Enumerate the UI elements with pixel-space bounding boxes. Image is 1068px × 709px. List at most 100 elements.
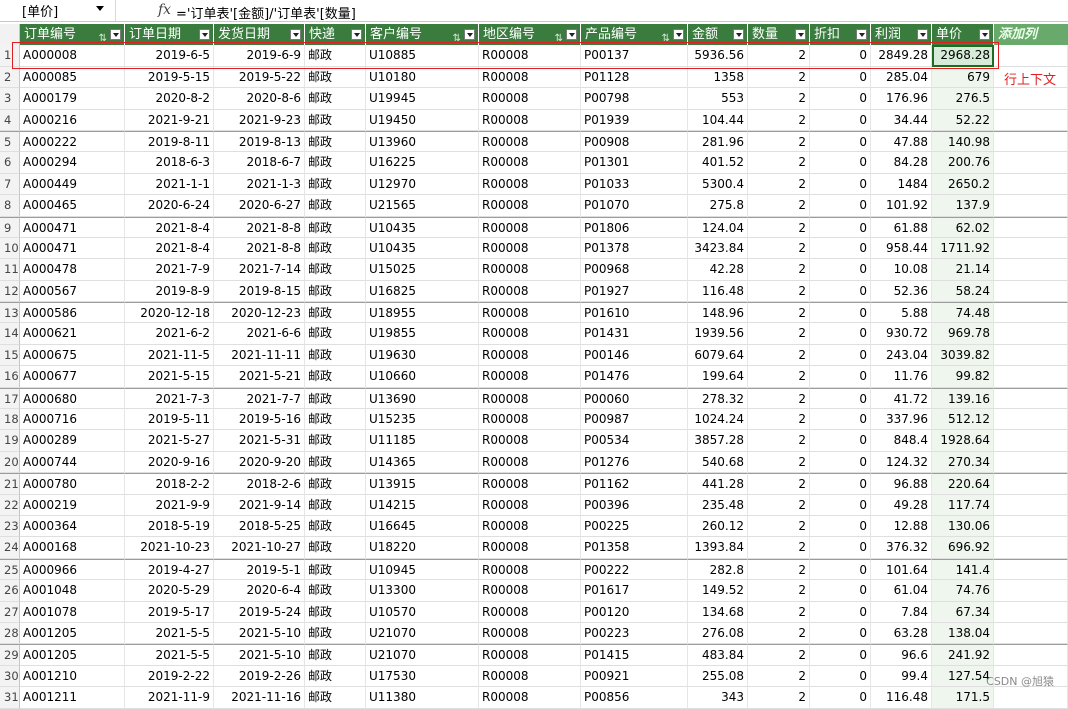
cell-order-date[interactable]: 2021-5-5 [125,622,214,645]
cell-courier[interactable]: 邮政 [305,302,366,324]
cell-order-date[interactable]: 2020-12-18 [125,302,214,324]
cell-customer-id[interactable]: U10435 [366,237,479,260]
cell-product-id[interactable]: P00908 [581,130,688,153]
cell-discount[interactable]: 0 [810,601,871,623]
cell-courier[interactable]: 邮政 [305,152,366,174]
cell-region-id[interactable]: R00008 [479,259,581,281]
cell-amount[interactable]: 281.96 [688,130,748,153]
cell-product-id[interactable]: P01610 [581,302,688,324]
cell-unit-price[interactable]: 130.06 [932,515,994,538]
column-header-region-id[interactable]: 地区编号 ⇅ [479,24,581,46]
cell-region-id[interactable]: R00008 [479,45,581,67]
column-header-courier[interactable]: 快递 [305,24,366,46]
cell-unit-price[interactable]: 99.82 [932,366,994,388]
empty-cell[interactable] [994,216,1068,238]
cell-profit[interactable]: 101.92 [871,195,932,217]
cell-ship-date[interactable]: 2020-9-20 [214,451,305,474]
cell-order-date[interactable]: 2020-6-24 [125,195,214,217]
cell-order-id[interactable]: A000621 [20,323,125,345]
cell-profit[interactable]: 49.28 [871,494,932,516]
cell-order-id[interactable]: A000716 [20,409,125,431]
cell-amount[interactable]: 148.96 [688,302,748,324]
cell-quantity[interactable]: 2 [748,580,810,602]
cell-courier[interactable]: 邮政 [305,344,366,367]
cell-discount[interactable]: 0 [810,216,871,238]
cell-order-date[interactable]: 2019-4-27 [125,558,214,581]
cell-discount[interactable]: 0 [810,45,871,67]
cell-quantity[interactable]: 2 [748,644,810,666]
cell-region-id[interactable]: R00008 [479,451,581,474]
cell-order-date[interactable]: 2021-5-15 [125,366,214,388]
cell-courier[interactable]: 邮政 [305,323,366,345]
column-header-unit-price[interactable]: 单价 [932,24,994,46]
cell-order-id[interactable]: A000222 [20,130,125,153]
cell-order-id[interactable]: A000780 [20,473,125,495]
cell-ship-date[interactable]: 2019-5-22 [214,66,305,89]
cell-customer-id[interactable]: U10945 [366,558,479,581]
fx-icon[interactable]: fx [158,2,171,18]
empty-cell[interactable] [994,537,1068,559]
cell-profit[interactable]: 337.96 [871,409,932,431]
cell-discount[interactable]: 0 [810,515,871,538]
cell-discount[interactable]: 0 [810,451,871,474]
row-number[interactable]: 21 [0,473,20,495]
cell-amount[interactable]: 343 [688,687,748,709]
filter-dropdown-icon[interactable] [110,29,121,40]
cell-discount[interactable]: 0 [810,88,871,110]
cell-quantity[interactable]: 2 [748,558,810,581]
cell-ship-date[interactable]: 2019-5-16 [214,409,305,431]
cell-customer-id[interactable]: U16645 [366,515,479,538]
cell-unit-price[interactable]: 2968.28 [932,45,994,67]
cell-order-id[interactable]: A000085 [20,66,125,89]
column-header-quantity[interactable]: 数量 [748,24,810,46]
cell-discount[interactable]: 0 [810,152,871,174]
cell-profit[interactable]: 5.88 [871,302,932,324]
cell-quantity[interactable]: 2 [748,173,810,196]
cell-product-id[interactable]: P01617 [581,580,688,602]
cell-ship-date[interactable]: 2021-5-10 [214,644,305,666]
cell-ship-date[interactable]: 2021-7-7 [214,387,305,410]
cell-customer-id[interactable]: U17530 [366,665,479,688]
cell-customer-id[interactable]: U15235 [366,409,479,431]
cell-unit-price[interactable]: 139.16 [932,387,994,410]
cell-quantity[interactable]: 2 [748,601,810,623]
cell-amount[interactable]: 3857.28 [688,430,748,452]
cell-courier[interactable]: 邮政 [305,130,366,153]
cell-discount[interactable]: 0 [810,280,871,303]
cell-profit[interactable]: 285.04 [871,66,932,89]
cell-amount[interactable]: 282.8 [688,558,748,581]
cell-product-id[interactable]: P01033 [581,173,688,196]
cell-order-id[interactable]: A001205 [20,622,125,645]
cell-order-id[interactable]: A000008 [20,45,125,67]
cell-order-id[interactable]: A001210 [20,665,125,688]
cell-quantity[interactable]: 2 [748,430,810,452]
cell-product-id[interactable]: P00223 [581,622,688,645]
cell-quantity[interactable]: 2 [748,216,810,238]
row-number[interactable]: 11 [0,259,20,281]
cell-order-date[interactable]: 2019-5-17 [125,601,214,623]
row-number[interactable]: 29 [0,644,20,666]
cell-quantity[interactable]: 2 [748,152,810,174]
cell-amount[interactable]: 1024.24 [688,409,748,431]
cell-product-id[interactable]: P01476 [581,366,688,388]
cell-ship-date[interactable]: 2021-9-14 [214,494,305,516]
cell-unit-price[interactable]: 141.4 [932,558,994,581]
cell-region-id[interactable]: R00008 [479,152,581,174]
cell-product-id[interactable]: P00146 [581,344,688,367]
cell-courier[interactable]: 邮政 [305,580,366,602]
cell-region-id[interactable]: R00008 [479,88,581,110]
cell-quantity[interactable]: 2 [748,302,810,324]
empty-cell[interactable] [994,387,1068,410]
row-number[interactable]: 28 [0,622,20,645]
cell-ship-date[interactable]: 2021-1-3 [214,173,305,196]
cell-region-id[interactable]: R00008 [479,366,581,388]
cell-discount[interactable]: 0 [810,237,871,260]
empty-cell[interactable] [994,195,1068,217]
cell-ship-date[interactable]: 2020-6-4 [214,580,305,602]
cell-amount[interactable]: 276.08 [688,622,748,645]
cell-discount[interactable]: 0 [810,366,871,388]
cell-profit[interactable]: 12.88 [871,515,932,538]
empty-cell[interactable] [994,323,1068,345]
cell-product-id[interactable]: P00137 [581,45,688,67]
cell-quantity[interactable]: 2 [748,280,810,303]
